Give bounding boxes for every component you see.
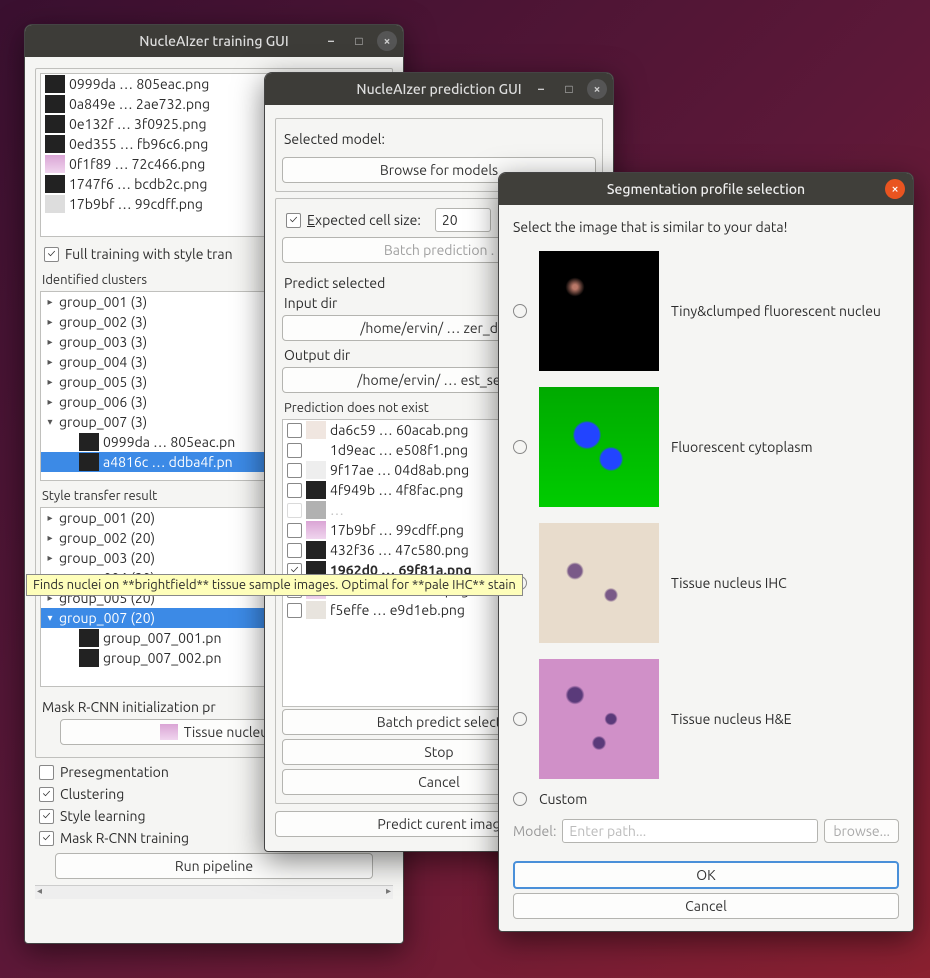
radio-tiny[interactable]: [513, 304, 527, 318]
model-path-input[interactable]: Enter path...: [562, 819, 818, 843]
mask-checkbox[interactable]: [39, 831, 54, 846]
profile-option-ihc[interactable]: Tissue nucleus IHC: [513, 523, 899, 643]
maximize-button[interactable]: □: [349, 31, 369, 51]
window-title: NucleAIzer prediction GUI: [356, 81, 521, 97]
profile-label: Fluorescent cytoplasm: [671, 439, 813, 455]
full-training-label: Full training with style tran: [65, 246, 233, 262]
expected-size-input[interactable]: 20: [435, 208, 491, 232]
ok-button[interactable]: OK: [513, 861, 899, 889]
profile-label: Tissue nucleus H&E: [671, 711, 792, 727]
model-label: Model:: [513, 823, 556, 839]
clustering-checkbox[interactable]: [39, 787, 54, 802]
style-checkbox[interactable]: [39, 809, 54, 824]
close-button[interactable]: ×: [885, 179, 905, 199]
minimize-button[interactable]: –: [321, 31, 341, 51]
cancel-button[interactable]: Cancel: [513, 893, 899, 919]
profile-option-tiny[interactable]: Tiny&clumped fluorescent nucleu: [513, 251, 899, 371]
radio-custom[interactable]: [513, 792, 527, 806]
minimize-button[interactable]: –: [531, 79, 551, 99]
profile-dialog: Segmentation profile selection × Select …: [498, 172, 914, 932]
profile-label: Tissue nucleus IHC: [671, 575, 787, 591]
run-pipeline-button[interactable]: Run pipeline: [55, 853, 373, 879]
profile-label: Tiny&clumped fluorescent nucleu: [671, 303, 881, 319]
prediction-titlebar[interactable]: NucleAIzer prediction GUI – □ ×: [265, 73, 613, 105]
dialog-title: Segmentation profile selection: [607, 181, 805, 197]
preseg-checkbox[interactable]: [39, 765, 54, 780]
close-button[interactable]: ×: [377, 31, 397, 51]
training-titlebar[interactable]: NucleAIzer training GUI – □ ×: [25, 25, 403, 57]
profile-label: Custom: [539, 791, 587, 807]
browse-model-button[interactable]: browse...: [824, 819, 899, 843]
maximize-button[interactable]: □: [559, 79, 579, 99]
tooltip: Finds nuclei on **brightfield** tissue s…: [26, 574, 523, 596]
profile-option-he[interactable]: Tissue nucleus H&E: [513, 659, 899, 779]
profile-titlebar[interactable]: Segmentation profile selection ×: [499, 173, 913, 205]
profile-option-custom[interactable]: Custom: [513, 791, 899, 807]
full-training-checkbox[interactable]: [44, 247, 59, 262]
horizontal-scrollbar[interactable]: [35, 885, 393, 899]
profile-prompt: Select the image that is similar to your…: [513, 219, 899, 235]
expected-size-checkbox[interactable]: [286, 213, 301, 228]
selected-model-label: Selected model:: [284, 131, 594, 147]
radio-he[interactable]: [513, 712, 527, 726]
expected-size-label: Expected cell size:: [307, 212, 421, 228]
close-button[interactable]: ×: [587, 79, 607, 99]
window-title: NucleAIzer training GUI: [139, 33, 288, 49]
radio-cytoplasm[interactable]: [513, 440, 527, 454]
profile-option-cytoplasm[interactable]: Fluorescent cytoplasm: [513, 387, 899, 507]
